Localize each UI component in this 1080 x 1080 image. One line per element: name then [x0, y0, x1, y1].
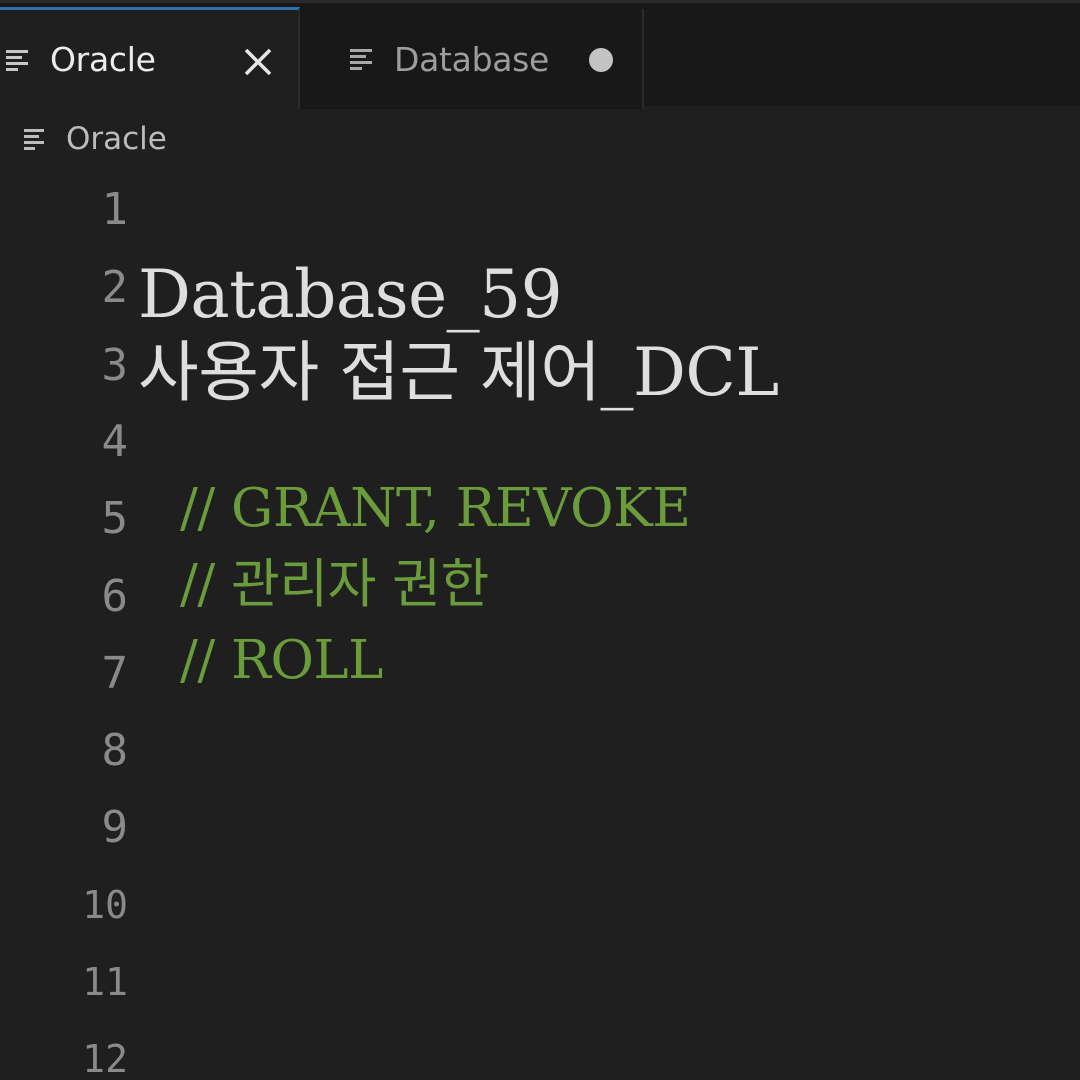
tab-bar: Oracle Database: [0, 0, 1080, 109]
comment-line: // GRANT, REVOKE: [180, 478, 691, 539]
line-number: 9: [101, 802, 129, 853]
line-number: 5: [101, 493, 129, 544]
title-line: Database_59: [138, 256, 563, 333]
editor-window: Oracle Database Oracle 1 2 3 4 5 6 7 8 9…: [0, 0, 1080, 1080]
line-number: 6: [101, 571, 129, 622]
line-number: 1: [101, 184, 129, 235]
subtitle-line: 사용자 접근 제어_DCL: [138, 334, 779, 411]
line-number: 3: [101, 340, 129, 391]
line-number: 10: [82, 883, 128, 927]
line-number: 12: [82, 1037, 128, 1080]
text-file-icon: [350, 49, 372, 70]
tab-label: Database: [394, 39, 550, 79]
close-icon[interactable]: [240, 44, 276, 80]
line-number-gutter: 1 2 3 4 5 6 7 8 9 10 11 12: [0, 0, 140, 1080]
comment-line: // 관리자 권한: [180, 554, 489, 615]
line-number: 7: [101, 648, 129, 699]
unsaved-dot-icon[interactable]: [589, 48, 613, 72]
line-number: 2: [101, 262, 129, 313]
line-number: 4: [101, 416, 129, 467]
comment-line: // ROLL: [180, 630, 383, 691]
line-number: 11: [82, 960, 128, 1004]
line-number: 8: [101, 725, 129, 776]
